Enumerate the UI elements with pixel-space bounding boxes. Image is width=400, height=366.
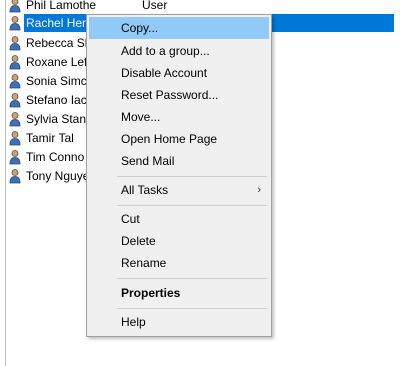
user-icon: [8, 130, 24, 146]
menu-item-send-mail[interactable]: Send Mail: [87, 150, 271, 172]
menu-item-move[interactable]: Move...: [87, 106, 271, 128]
user-icon: [8, 15, 24, 31]
user-icon: [8, 73, 24, 89]
menu-item-cut[interactable]: Cut: [87, 208, 271, 230]
user-icon: [8, 92, 24, 108]
menu-item-all-tasks-label: All Tasks: [121, 183, 169, 197]
menu-separator: [117, 308, 267, 309]
menu-item-delete[interactable]: Delete: [87, 230, 271, 252]
user-icon: [8, 0, 24, 13]
menu-item-properties[interactable]: Properties: [87, 282, 271, 304]
user-icon: [8, 54, 24, 70]
menu-separator: [117, 176, 267, 177]
menu-item-all-tasks[interactable]: All Tasks ›: [87, 179, 271, 201]
menu-item-open-home-page[interactable]: Open Home Page: [87, 128, 271, 150]
pane-border: [5, 0, 6, 366]
user-icon: [8, 111, 24, 127]
menu-item-disable-account[interactable]: Disable Account: [87, 62, 271, 84]
menu-item-rename[interactable]: Rename: [87, 252, 271, 274]
menu-item-reset-password[interactable]: Reset Password...: [87, 84, 271, 106]
user-icon: [8, 149, 24, 165]
menu-separator: [117, 278, 267, 279]
menu-separator: [117, 205, 267, 206]
user-icon: [8, 35, 24, 51]
menu-item-help[interactable]: Help: [87, 311, 271, 333]
menu-item-add-to-group[interactable]: Add to a group...: [87, 40, 271, 62]
context-menu: Copy... Add to a group... Disable Accoun…: [86, 14, 272, 337]
menu-item-copy[interactable]: Copy...: [89, 17, 269, 39]
chevron-right-icon: ›: [257, 184, 261, 196]
user-icon: [8, 168, 24, 184]
